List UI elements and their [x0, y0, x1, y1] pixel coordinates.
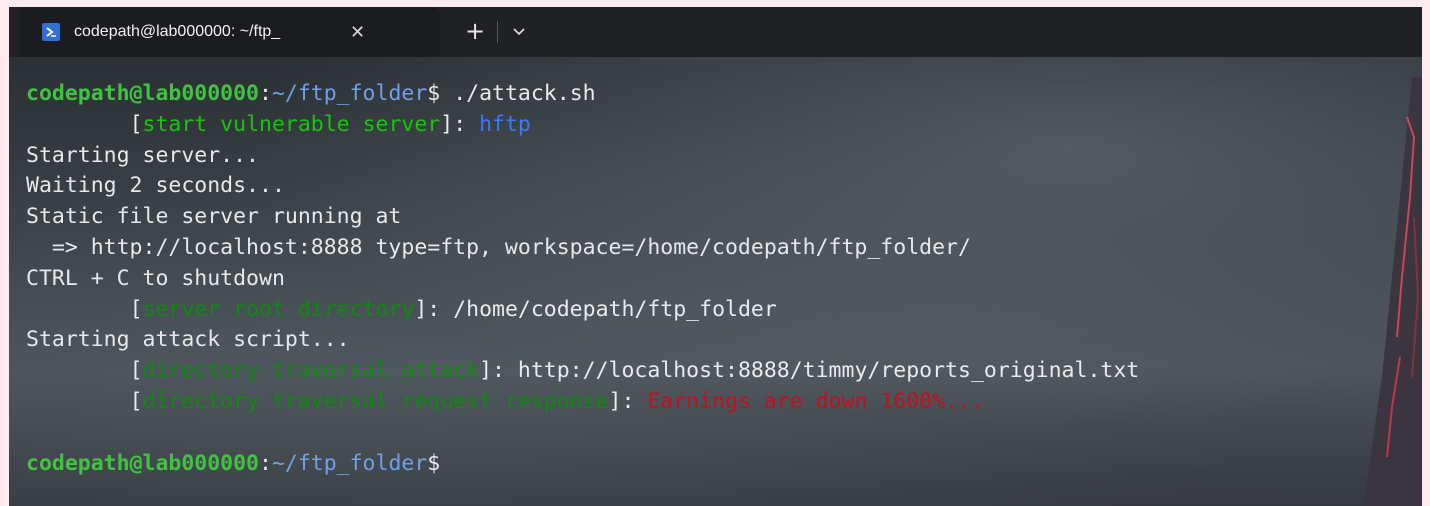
colon: :: [453, 111, 480, 137]
chevron-down-icon[interactable]: [509, 20, 529, 44]
divider: [497, 21, 498, 43]
prompt-separator: :: [259, 450, 272, 476]
prompt-user: codepath@lab000000: [26, 450, 259, 476]
output-line: Starting server...: [26, 142, 259, 168]
powershell-icon: [42, 23, 60, 41]
log-label-traversal-attack: directory traversal attack: [142, 358, 480, 384]
terminal-output[interactable]: codepath@lab000000:~/ftp_folder$ ./attac…: [9, 57, 1422, 506]
output-line: CTRL + C to shutdown: [26, 265, 285, 291]
bracket: ]: [414, 296, 428, 322]
terminal-text: codepath@lab000000:~/ftp_folder$ ./attac…: [26, 79, 1139, 479]
background-spire-image: [1363, 77, 1422, 506]
colon: :: [621, 388, 648, 414]
bracket: ]: [440, 111, 454, 137]
tab-terminal[interactable]: codepath@lab000000: ~/ftp_ ✕: [20, 7, 440, 57]
log-label-root-dir: server root directory: [142, 296, 415, 322]
prompt-dollar: $: [427, 450, 441, 476]
log-label-start-server: start vulnerable server: [142, 111, 441, 137]
bracket: [: [129, 388, 143, 414]
log-value-response: Earnings are down 1600%...: [647, 388, 984, 414]
bracket: [: [129, 296, 143, 322]
log-value-root-dir: : /home/codepath/ftp_folder: [427, 296, 777, 322]
prompt-separator: :: [259, 81, 272, 106]
bracket: [: [129, 111, 143, 137]
log-value-attack-url: : http://localhost:8888/timmy/reports_or…: [492, 358, 1140, 384]
tab-title: codepath@lab000000: ~/ftp_: [74, 23, 281, 40]
bracket: ]: [608, 388, 622, 414]
bracket: [: [129, 358, 143, 384]
prompt-dollar: $: [427, 81, 441, 106]
prompt-user: codepath@lab000000: [26, 81, 259, 106]
prompt-path: ~/ftp_folder: [271, 450, 428, 476]
output-line: Static file server running at: [26, 204, 402, 230]
output-line: => http://localhost:8888 type=ftp, works…: [26, 234, 971, 260]
new-tab-button[interactable]: +: [461, 17, 489, 47]
prompt-path: ~/ftp_folder: [271, 81, 428, 106]
title-bar: codepath@lab000000: ~/ftp_ ✕ +: [9, 7, 1422, 57]
output-line: Starting attack script...: [26, 327, 350, 353]
log-value-server: hftp: [479, 111, 531, 137]
log-label-traversal-response: directory traversal request response: [142, 388, 609, 414]
command-text: ./attack.sh: [440, 81, 596, 106]
terminal-window: codepath@lab000000: ~/ftp_ ✕ + codepath@…: [9, 7, 1422, 506]
close-icon[interactable]: ✕: [350, 22, 365, 43]
output-line: Waiting 2 seconds...: [26, 173, 285, 199]
bracket: ]: [479, 358, 493, 384]
